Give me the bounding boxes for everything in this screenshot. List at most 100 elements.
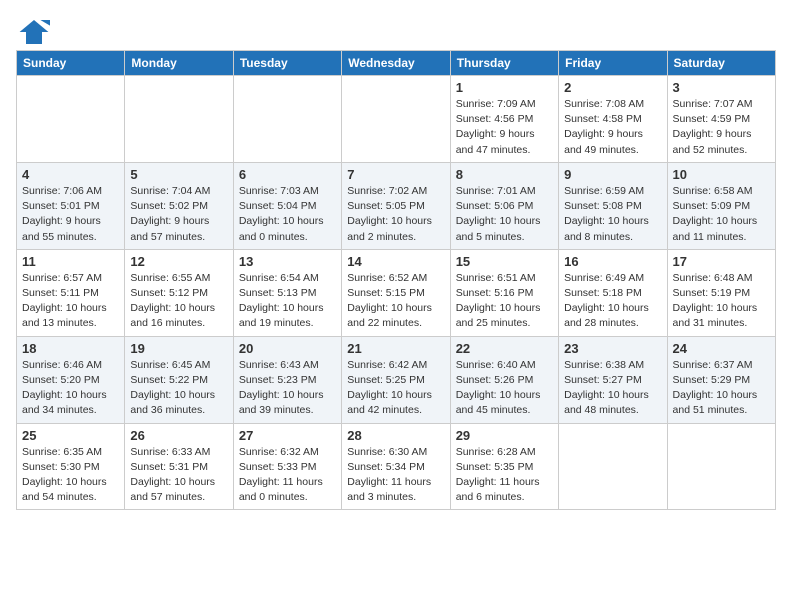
day-number: 10 [673,167,770,182]
day-info: Sunrise: 6:45 AM Sunset: 5:22 PM Dayligh… [130,358,227,419]
day-info: Sunrise: 7:08 AM Sunset: 4:58 PM Dayligh… [564,97,661,158]
logo-icon [18,16,50,48]
day-info: Sunrise: 6:55 AM Sunset: 5:12 PM Dayligh… [130,271,227,332]
calendar-cell: 12 Sunrise: 6:55 AM Sunset: 5:12 PM Dayli… [125,249,233,336]
day-info: Sunrise: 7:04 AM Sunset: 5:02 PM Dayligh… [130,184,227,245]
day-number: 15 [456,254,553,269]
day-number: 12 [130,254,227,269]
day-number: 27 [239,428,336,443]
day-info: Sunrise: 6:32 AM Sunset: 5:33 PM Dayligh… [239,445,336,506]
day-number: 16 [564,254,661,269]
col-header-monday: Monday [125,51,233,76]
calendar-cell: 15 Sunrise: 6:51 AM Sunset: 5:16 PM Dayli… [450,249,558,336]
day-number: 6 [239,167,336,182]
calendar-cell: 4 Sunrise: 7:06 AM Sunset: 5:01 PM Daylig… [17,162,125,249]
day-info: Sunrise: 6:37 AM Sunset: 5:29 PM Dayligh… [673,358,770,419]
day-number: 4 [22,167,119,182]
calendar-cell: 16Sunrise: 6:49 AM Sunset: 5:18 PM Dayli… [559,249,667,336]
day-number: 11 [22,254,119,269]
day-number: 22 [456,341,553,356]
day-number: 5 [130,167,227,182]
calendar-cell: 24 Sunrise: 6:37 AM Sunset: 5:29 PM Dayli… [667,336,775,423]
day-info: Sunrise: 6:58 AM Sunset: 5:09 PM Dayligh… [673,184,770,245]
calendar-cell [125,76,233,163]
calendar-cell: 1 Sunrise: 7:09 AM Sunset: 4:56 PM Daylig… [450,76,558,163]
calendar-cell: 19 Sunrise: 6:45 AM Sunset: 5:22 PM Dayli… [125,336,233,423]
col-header-tuesday: Tuesday [233,51,341,76]
calendar-cell: 25 Sunrise: 6:35 AM Sunset: 5:30 PM Dayli… [17,423,125,510]
day-info: Sunrise: 6:52 AM Sunset: 5:15 PM Dayligh… [347,271,444,332]
day-info: Sunrise: 6:46 AM Sunset: 5:20 PM Dayligh… [22,358,119,419]
day-info: Sunrise: 6:33 AM Sunset: 5:31 PM Dayligh… [130,445,227,506]
calendar-cell: 23Sunrise: 6:38 AM Sunset: 5:27 PM Dayli… [559,336,667,423]
calendar-cell: 18 Sunrise: 6:46 AM Sunset: 5:20 PM Dayli… [17,336,125,423]
day-info: Sunrise: 6:35 AM Sunset: 5:30 PM Dayligh… [22,445,119,506]
day-number: 18 [22,341,119,356]
calendar-week-row: 25 Sunrise: 6:35 AM Sunset: 5:30 PM Dayli… [17,423,776,510]
day-info: Sunrise: 7:09 AM Sunset: 4:56 PM Dayligh… [456,97,553,158]
calendar-week-row: 4 Sunrise: 7:06 AM Sunset: 5:01 PM Daylig… [17,162,776,249]
day-info: Sunrise: 7:01 AM Sunset: 5:06 PM Dayligh… [456,184,553,245]
day-number: 25 [22,428,119,443]
calendar-cell: 20 Sunrise: 6:43 AM Sunset: 5:23 PM Dayli… [233,336,341,423]
day-info: Sunrise: 7:06 AM Sunset: 5:01 PM Dayligh… [22,184,119,245]
day-number: 26 [130,428,227,443]
calendar-cell [233,76,341,163]
calendar-cell: 26 Sunrise: 6:33 AM Sunset: 5:31 PM Dayli… [125,423,233,510]
day-info: Sunrise: 6:28 AM Sunset: 5:35 PM Dayligh… [456,445,553,506]
page-header [16,16,776,42]
day-info: Sunrise: 6:48 AM Sunset: 5:19 PM Dayligh… [673,271,770,332]
day-number: 8 [456,167,553,182]
calendar-cell: 6 Sunrise: 7:03 AM Sunset: 5:04 PM Daylig… [233,162,341,249]
day-number: 24 [673,341,770,356]
day-info: Sunrise: 6:57 AM Sunset: 5:11 PM Dayligh… [22,271,119,332]
day-number: 28 [347,428,444,443]
day-info: Sunrise: 6:59 AM Sunset: 5:08 PM Dayligh… [564,184,661,245]
calendar-cell [667,423,775,510]
calendar-cell: 27 Sunrise: 6:32 AM Sunset: 5:33 PM Dayli… [233,423,341,510]
day-number: 19 [130,341,227,356]
day-number: 14 [347,254,444,269]
calendar-cell [17,76,125,163]
calendar-cell [342,76,450,163]
day-info: Sunrise: 6:40 AM Sunset: 5:26 PM Dayligh… [456,358,553,419]
day-info: Sunrise: 7:03 AM Sunset: 5:04 PM Dayligh… [239,184,336,245]
calendar-cell: 11 Sunrise: 6:57 AM Sunset: 5:11 PM Dayli… [17,249,125,336]
day-info: Sunrise: 7:02 AM Sunset: 5:05 PM Dayligh… [347,184,444,245]
calendar-cell: 9 Sunrise: 6:59 AM Sunset: 5:08 PM Daylig… [559,162,667,249]
day-info: Sunrise: 6:42 AM Sunset: 5:25 PM Dayligh… [347,358,444,419]
calendar-table: SundayMondayTuesdayWednesdayThursdayFrid… [16,50,776,510]
day-number: 9 [564,167,661,182]
calendar-cell: 21Sunrise: 6:42 AM Sunset: 5:25 PM Dayli… [342,336,450,423]
calendar-cell: 13Sunrise: 6:54 AM Sunset: 5:13 PM Dayli… [233,249,341,336]
day-info: Sunrise: 6:43 AM Sunset: 5:23 PM Dayligh… [239,358,336,419]
calendar-cell: 22 Sunrise: 6:40 AM Sunset: 5:26 PM Dayli… [450,336,558,423]
calendar-header-row: SundayMondayTuesdayWednesdayThursdayFrid… [17,51,776,76]
col-header-wednesday: Wednesday [342,51,450,76]
calendar-cell: 5 Sunrise: 7:04 AM Sunset: 5:02 PM Daylig… [125,162,233,249]
col-header-thursday: Thursday [450,51,558,76]
calendar-week-row: 18 Sunrise: 6:46 AM Sunset: 5:20 PM Dayli… [17,336,776,423]
day-number: 1 [456,80,553,95]
col-header-sunday: Sunday [17,51,125,76]
calendar-week-row: 11 Sunrise: 6:57 AM Sunset: 5:11 PM Dayli… [17,249,776,336]
day-number: 7 [347,167,444,182]
calendar-cell: 10 Sunrise: 6:58 AM Sunset: 5:09 PM Dayli… [667,162,775,249]
calendar-cell: 7 Sunrise: 7:02 AM Sunset: 5:05 PM Daylig… [342,162,450,249]
calendar-cell [559,423,667,510]
day-number: 3 [673,80,770,95]
col-header-friday: Friday [559,51,667,76]
day-info: Sunrise: 6:51 AM Sunset: 5:16 PM Dayligh… [456,271,553,332]
calendar-cell: 8 Sunrise: 7:01 AM Sunset: 5:06 PM Daylig… [450,162,558,249]
calendar-cell: 14 Sunrise: 6:52 AM Sunset: 5:15 PM Dayli… [342,249,450,336]
calendar-cell: 3Sunrise: 7:07 AM Sunset: 4:59 PM Daylig… [667,76,775,163]
day-number: 17 [673,254,770,269]
calendar-cell: 17 Sunrise: 6:48 AM Sunset: 5:19 PM Dayli… [667,249,775,336]
col-header-saturday: Saturday [667,51,775,76]
logo [16,16,50,42]
day-number: 20 [239,341,336,356]
day-number: 13 [239,254,336,269]
calendar-cell: 28Sunrise: 6:30 AM Sunset: 5:34 PM Dayli… [342,423,450,510]
day-info: Sunrise: 6:38 AM Sunset: 5:27 PM Dayligh… [564,358,661,419]
day-number: 29 [456,428,553,443]
